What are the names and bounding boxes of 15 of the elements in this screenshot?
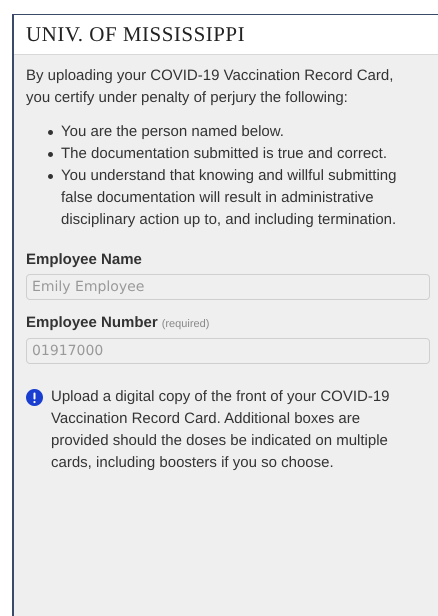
- field-label: Employee Number: [26, 312, 158, 332]
- certification-item: You understand that knowing and willful submitting false documentation will result in administrative disciplinary action up to, and including termination.: [61, 166, 398, 230]
- info-icon: [26, 388, 43, 406]
- bullet-icon: [48, 174, 53, 178]
- bullet-icon: [48, 130, 53, 134]
- bullet-icon: [48, 152, 53, 156]
- certification-item: You are the person named below.: [61, 122, 284, 142]
- certification-item: The documentation submitted is true and correct.: [61, 144, 388, 164]
- field-label: Employee Name: [26, 250, 142, 270]
- intro-text: By uploading your COVID-19 Vaccination Record Card, you certify under penalty of perjury the following:: [26, 66, 394, 108]
- text-field[interactable]: 01917000: [26, 338, 430, 364]
- notice-text: Upload a digital copy of the front of your COVID-19 Vaccination Record Card. Additional boxes are provided should the doses be indicated on multiple cards, including boosters if you so choose.: [51, 386, 391, 472]
- required-note: (required): [162, 316, 210, 332]
- page-title: UNIV. OF MISSISSIPPI: [26, 22, 246, 46]
- text-field[interactable]: Emily Employee: [26, 274, 430, 300]
